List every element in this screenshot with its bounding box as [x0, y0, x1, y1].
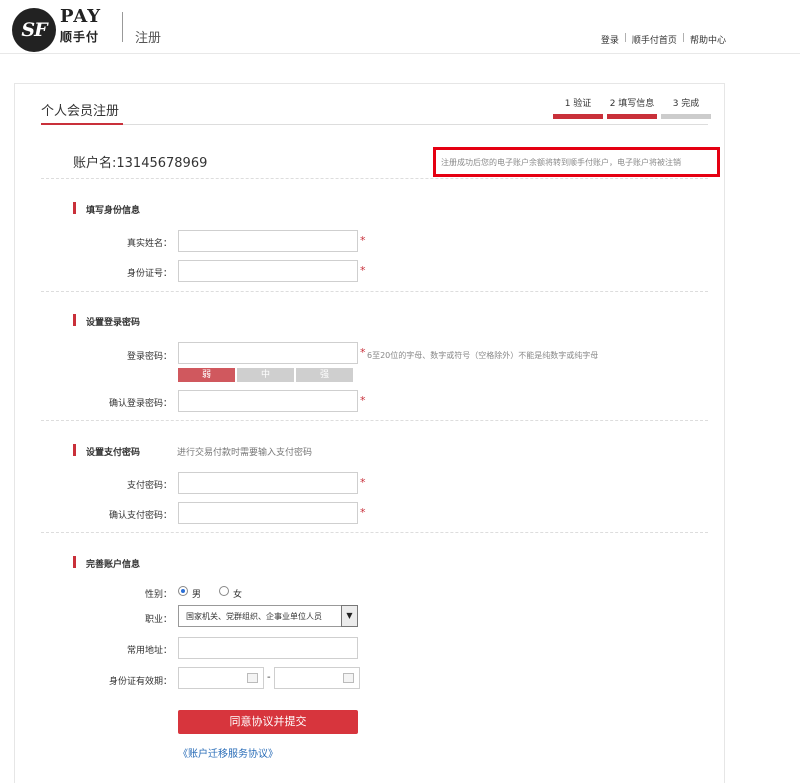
section-divider	[41, 178, 708, 179]
section-title-login-password: 设置登录密码	[73, 314, 140, 328]
step-bar	[661, 114, 711, 119]
link-separator: |	[681, 33, 685, 43]
registration-card: 个人会员注册 1 验证 2 填写信息 3 完成 账户名:13145678969 …	[14, 83, 725, 783]
confirm-login-password-input[interactable]	[178, 390, 358, 412]
pay-password-hint: 进行交易付款时需要输入支付密码	[177, 448, 313, 458]
logo-brand-name: 顺手付	[60, 30, 100, 44]
section-divider	[41, 291, 708, 292]
address-input[interactable]	[178, 637, 358, 659]
id-expiry-label: 身份证有效期：	[108, 677, 172, 687]
confirm-pay-password-label: 确认支付密码：	[108, 511, 172, 521]
section-title-account-info: 完善账户信息	[73, 556, 140, 570]
required-mark: *	[360, 264, 366, 277]
top-header: SF PAY 顺手付 注册 登录 | 顺手付首页 | 帮助中心	[0, 0, 800, 54]
step-fill-info: 2 填写信息	[607, 96, 657, 119]
pay-password-input[interactable]	[178, 472, 358, 494]
id-number-input[interactable]	[178, 260, 358, 282]
logo-pay-text: PAY	[60, 6, 102, 27]
login-link[interactable]: 登录	[601, 33, 619, 46]
section-title-pay-password: 设置支付密码	[73, 444, 140, 458]
step-bar	[553, 114, 603, 119]
step-bar	[607, 114, 657, 119]
page-title: 注册	[135, 31, 162, 46]
step-verify: 1 验证	[553, 96, 603, 119]
pay-password-label: 支付密码：	[126, 481, 172, 491]
strength-weak: 弱	[178, 368, 235, 382]
date-separator: -	[267, 672, 271, 683]
submit-button[interactable]: 同意协议并提交	[178, 710, 358, 734]
title-divider	[41, 124, 708, 125]
sf-logo-icon: SF	[12, 8, 56, 52]
real-name-label: 真实姓名：	[126, 239, 172, 249]
step-label: 1 验证	[564, 99, 592, 109]
id-number-label: 身份证号：	[126, 269, 172, 279]
gender-female-label[interactable]: 女	[233, 587, 242, 600]
help-link[interactable]: 帮助中心	[690, 33, 726, 46]
link-separator: |	[623, 33, 627, 43]
migration-notice: 注册成功后您的电子账户余额将转到顺手付账户，电子账户将被注销	[433, 147, 720, 177]
step-label: 2 填写信息	[609, 99, 655, 109]
password-strength-meter: 弱 中 强	[178, 368, 353, 382]
strength-strong: 强	[296, 368, 353, 382]
confirm-login-password-label: 确认登录密码：	[108, 399, 172, 409]
login-password-label: 登录密码：	[126, 352, 172, 362]
required-mark: *	[360, 346, 366, 359]
calendar-icon[interactable]	[343, 673, 354, 683]
confirm-pay-password-input[interactable]	[178, 502, 358, 524]
card-title: 个人会员注册	[41, 104, 120, 119]
occupation-label: 职业：	[144, 615, 172, 625]
chevron-down-icon[interactable]: ▼	[341, 605, 358, 627]
occupation-select[interactable]: 国家机关、党群组织、企事业单位人员	[178, 605, 358, 627]
address-label: 常用地址：	[126, 646, 172, 656]
gender-female-radio[interactable]	[219, 586, 229, 596]
progress-steps: 1 验证 2 填写信息 3 完成	[553, 96, 711, 119]
real-name-input[interactable]	[178, 230, 358, 252]
title-underline	[41, 123, 123, 125]
header-divider	[122, 12, 123, 42]
gender-male-label[interactable]: 男	[192, 587, 201, 600]
section-title-identity: 填写身份信息	[73, 202, 140, 216]
step-label: 3 完成	[672, 99, 700, 109]
gender-label: 性别：	[144, 590, 172, 600]
gender-male-radio[interactable]	[178, 586, 188, 596]
required-mark: *	[360, 506, 366, 519]
login-password-input[interactable]	[178, 342, 358, 364]
required-mark: *	[360, 476, 366, 489]
password-rule-hint: 6至20位的字母、数字或符号（空格除外）不能是纯数字或纯字母	[367, 351, 599, 360]
required-mark: *	[360, 234, 366, 247]
top-links: 登录 | 顺手付首页 | 帮助中心	[601, 33, 726, 46]
account-name: 账户名:13145678969	[73, 156, 208, 171]
section-divider	[41, 532, 708, 533]
step-complete: 3 完成	[661, 96, 711, 119]
section-divider	[41, 420, 708, 421]
required-mark: *	[360, 394, 366, 407]
strength-medium: 中	[237, 368, 294, 382]
agreement-link[interactable]: 《账户迁移服务协议》	[178, 745, 278, 760]
calendar-icon[interactable]	[247, 673, 258, 683]
home-link[interactable]: 顺手付首页	[632, 33, 677, 46]
